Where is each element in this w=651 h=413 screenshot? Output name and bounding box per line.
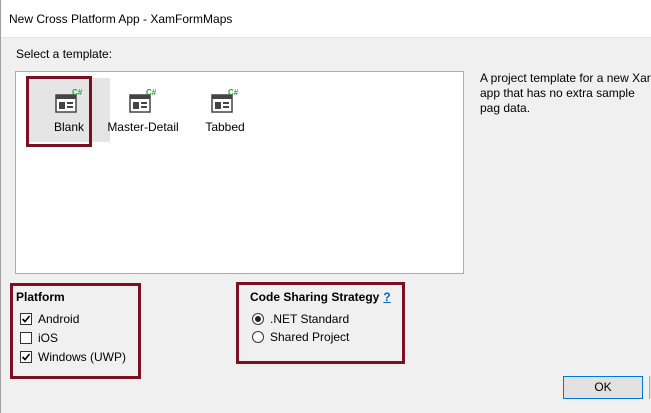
radio-selected-icon bbox=[252, 313, 264, 325]
template-label: Tabbed bbox=[205, 120, 245, 134]
template-label: Master-Detail bbox=[107, 120, 179, 134]
template-tabbed[interactable]: C# Tabbed bbox=[184, 78, 266, 142]
template-blank[interactable]: C# Blank bbox=[28, 78, 110, 142]
new-app-dialog: New Cross Platform App - XamFormMaps Sel… bbox=[0, 0, 651, 413]
help-link[interactable]: ? bbox=[383, 290, 390, 304]
template-description: A project template for a new Xar app tha… bbox=[480, 71, 651, 115]
csharp-badge: C# bbox=[228, 88, 239, 97]
radio-unselected-icon bbox=[252, 331, 264, 343]
template-label: Blank bbox=[53, 120, 85, 134]
option-label: Android bbox=[38, 312, 80, 326]
template-list: C# Blank C# Master-Detail C# Tabbed bbox=[15, 71, 464, 274]
title-bar: New Cross Platform App - XamFormMaps bbox=[1, 0, 651, 38]
blank-template-icon: C# bbox=[55, 88, 83, 113]
checkbox-checked-icon bbox=[20, 351, 32, 363]
select-template-label: Select a template: bbox=[16, 47, 113, 61]
option-label: Windows (UWP) bbox=[38, 350, 127, 364]
code-sharing-title: Code Sharing Strategy? bbox=[250, 290, 391, 304]
platform-title: Platform bbox=[16, 290, 65, 304]
checkbox-unchecked-icon bbox=[20, 332, 32, 344]
window-title: New Cross Platform App - XamFormMaps bbox=[9, 12, 233, 26]
csharp-badge: C# bbox=[146, 88, 157, 97]
tabbed-template-icon: C# bbox=[211, 88, 239, 113]
template-master-detail[interactable]: C# Master-Detail bbox=[102, 78, 184, 142]
checkbox-checked-icon bbox=[20, 313, 32, 325]
csharp-badge: C# bbox=[72, 88, 83, 97]
code-sharing-title-text: Code Sharing Strategy bbox=[250, 290, 380, 304]
option-label: .NET Standard bbox=[270, 312, 350, 326]
master-detail-template-icon: C# bbox=[129, 88, 157, 113]
option-label: Shared Project bbox=[270, 330, 350, 344]
ok-button[interactable]: OK bbox=[563, 376, 643, 399]
option-label: iOS bbox=[38, 331, 59, 345]
